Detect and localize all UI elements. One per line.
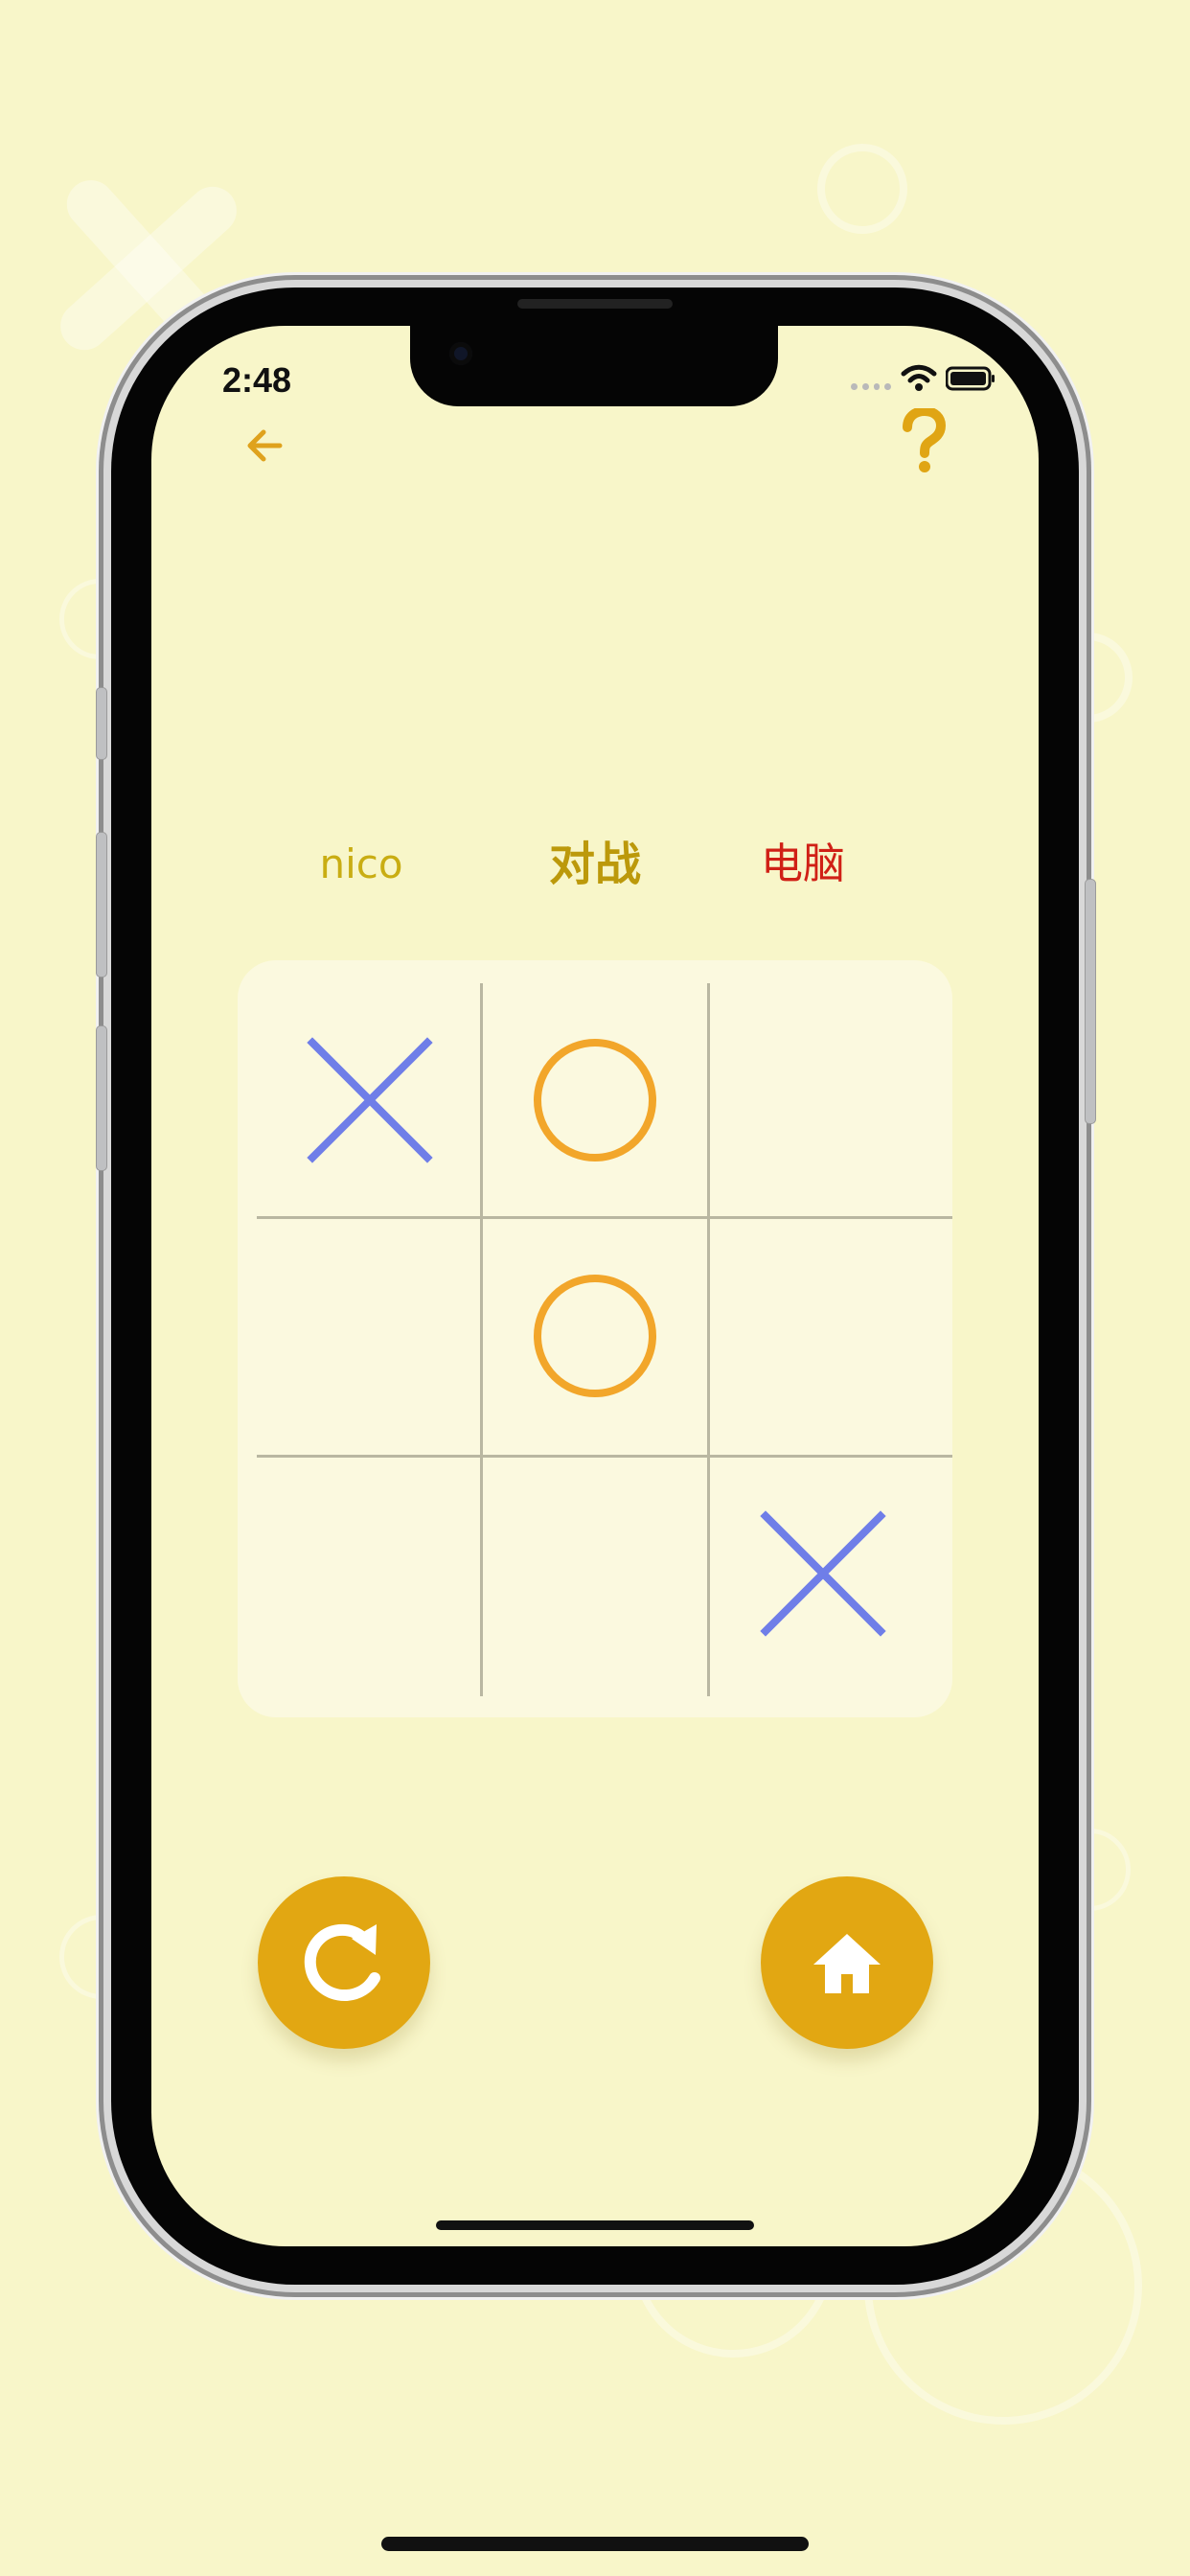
silent-switch: [96, 687, 107, 760]
x-mark-icon: [760, 1510, 886, 1637]
status-time: 2:48: [222, 360, 292, 400]
o-mark-icon: [534, 1039, 656, 1162]
signal-dot: [873, 383, 881, 390]
outer-home-indicator: [381, 2537, 809, 2551]
signal-dot: [861, 383, 869, 390]
home-button[interactable]: [761, 1876, 933, 2049]
battery-icon: [946, 366, 995, 391]
o-mark-icon: [534, 1275, 656, 1397]
volume-up-button: [96, 832, 107, 978]
board-cell-r2-c1[interactable]: [257, 1219, 483, 1453]
board-cell-r3-c1[interactable]: [257, 1457, 483, 1690]
restart-icon: [304, 1923, 380, 2001]
front-camera: [449, 342, 472, 365]
cellular-signal-icon: [851, 383, 891, 391]
screen-home-indicator: [436, 2220, 754, 2230]
signal-dot: [851, 383, 858, 390]
restart-button[interactable]: [258, 1876, 430, 2049]
player-name: nico: [319, 840, 403, 887]
board-cell-r1-c3[interactable]: [710, 983, 936, 1217]
power-button: [1085, 879, 1096, 1124]
back-arrow-icon[interactable]: [240, 420, 291, 472]
wifi-icon: [901, 364, 937, 391]
board-cell-r1-c1[interactable]: [257, 983, 483, 1217]
match-header: nico 对战 电脑: [238, 828, 952, 901]
question-mark-icon[interactable]: [898, 408, 948, 473]
home-icon: [813, 1934, 881, 1993]
board-cell-r2-c2[interactable]: [482, 1219, 708, 1453]
phone-speaker: [517, 299, 673, 309]
opponent-name: 电脑: [761, 840, 845, 888]
x-mark-icon: [307, 1037, 433, 1163]
board-cell-r1-c2[interactable]: [482, 983, 708, 1217]
versus-label: 对战: [548, 838, 641, 891]
board-cell-r2-c3[interactable]: [710, 1219, 936, 1453]
board-cell-r3-c3[interactable]: [710, 1457, 936, 1690]
board-cell-r3-c2[interactable]: [482, 1457, 708, 1690]
volume-down-button: [96, 1025, 107, 1171]
signal-dot: [884, 383, 891, 390]
